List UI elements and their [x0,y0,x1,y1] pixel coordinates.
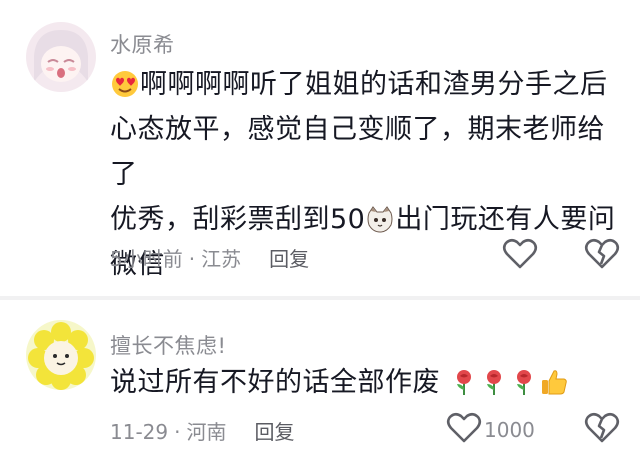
comment-location: 河南 [186,420,227,444]
avatar[interactable] [26,320,96,390]
heart-outline-icon[interactable] [444,408,484,448]
broken-heart-icon[interactable] [582,408,622,448]
avatar[interactable] [26,22,96,92]
comment-username[interactable]: 擅长不焦虑! [110,330,226,360]
broken-heart-icon[interactable] [582,234,622,274]
comment-time: 11-29 [110,420,169,444]
comment-username[interactable]: 水原希 [110,29,175,59]
cat-face-emoji [366,202,394,233]
rose-emoji [510,365,538,395]
comment-text: 说过所有不好的话全部作废 [110,360,620,405]
comment-time: 5小时前 [110,247,183,271]
like-count: 1000 [484,418,535,442]
comment-item: 水原希 啊啊啊啊听了姐姐的话和渣男分手之后 心态放平，感觉自己变顺了，期末老师给… [0,0,640,295]
separator-dot: · [188,247,196,271]
thumbs-up-emoji [540,365,568,395]
rose-emoji [480,365,508,395]
separator-dot: · [174,420,181,444]
heart-eyes-emoji [111,67,139,97]
heart-outline-icon[interactable] [500,234,540,274]
comment-meta: 5小时前 · 江苏 回复 [110,243,309,272]
comment-meta: 11-29 · 河南 回复 [110,416,294,445]
comment-location: 江苏 [201,247,242,271]
reply-button[interactable]: 回复 [254,420,294,444]
comment-item: 擅长不焦虑! 说过所有不好的话全部作废 11-29 · 河南 回复 1000 [0,300,640,461]
rose-emoji [450,365,478,395]
reply-button[interactable]: 回复 [269,247,309,271]
